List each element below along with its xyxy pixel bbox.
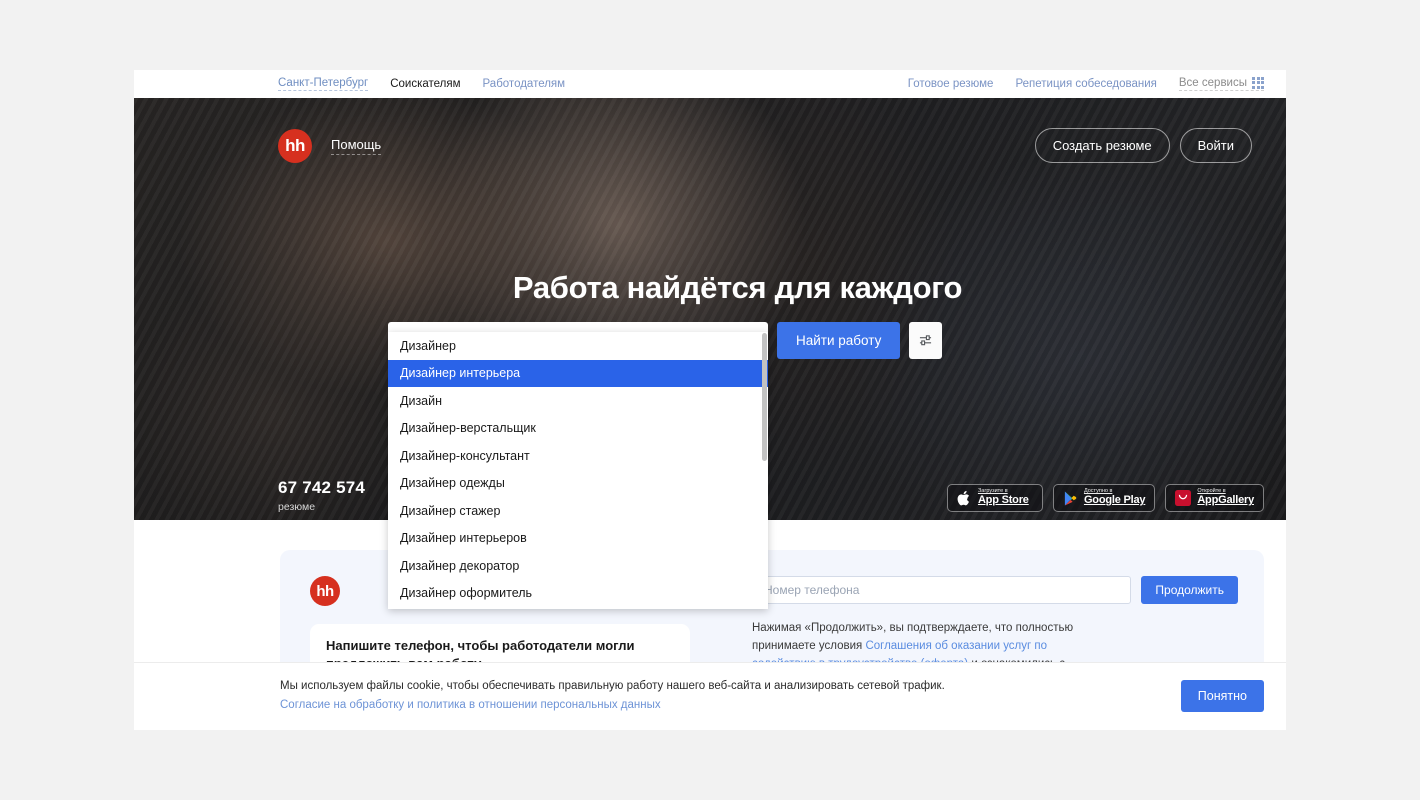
google-play-icon	[1063, 490, 1078, 507]
help-link[interactable]: Помощь	[331, 137, 381, 155]
badge-text: Откройте в AppGallery	[1197, 489, 1254, 506]
city-selector[interactable]: Санкт-Петербург	[278, 77, 368, 91]
nav-employers[interactable]: Работодателям	[483, 78, 566, 90]
badge-pre: Доступно в	[1084, 489, 1145, 495]
dropdown-scrollbar[interactable]	[762, 333, 767, 461]
badge-name: Google Play	[1084, 495, 1145, 507]
badge-name: AppGallery	[1197, 495, 1254, 507]
appgallery-icon	[1175, 490, 1191, 506]
hero-header-actions: Создать резюме Войти	[1035, 128, 1252, 163]
suggestion-item[interactable]: Дизайнер оформитель	[388, 580, 768, 608]
hero-header: hh Помощь Создать резюме Войти	[134, 128, 1286, 163]
create-resume-button[interactable]: Создать резюме	[1035, 128, 1170, 163]
badge-pre: Откройте в	[1197, 489, 1254, 495]
nav-ready-resume[interactable]: Готовое резюме	[908, 78, 994, 90]
supernav: Санкт-Петербург Соискателям Работодателя…	[134, 70, 1286, 98]
badge-pre: Загрузите в	[978, 489, 1029, 495]
cookie-policy-link[interactable]: Согласие на обработку и политика в отнош…	[280, 696, 945, 716]
stat-number: 67 742 574	[278, 478, 365, 498]
google-play-badge[interactable]: Доступно в Google Play	[1053, 484, 1155, 512]
nav-all-services[interactable]: Все сервисы	[1179, 77, 1264, 91]
browser-viewport: Санкт-Петербург Соискателям Работодателя…	[134, 70, 1286, 730]
appgallery-badge[interactable]: Откройте в AppGallery	[1165, 484, 1264, 512]
phone-input[interactable]	[752, 576, 1131, 604]
hh-logo[interactable]: hh	[278, 129, 312, 163]
badge-text: Загрузите в App Store	[978, 489, 1029, 506]
cookie-banner: Мы используем файлы cookie, чтобы обеспе…	[134, 662, 1286, 730]
nav-interview-rehearsal[interactable]: Репетиция собеседования	[1015, 78, 1156, 90]
page-title: Работа найдётся для каждого	[134, 270, 1286, 306]
stat-item: 67 742 574 резюме	[278, 478, 365, 513]
login-button[interactable]: Войти	[1180, 128, 1252, 163]
cookie-accept-button[interactable]: Понятно	[1181, 680, 1264, 712]
stat-label: резюме	[278, 501, 365, 513]
continue-button[interactable]: Продолжить	[1141, 576, 1238, 604]
suggestion-item[interactable]: Дизайнер-верстальщик	[388, 415, 768, 443]
filter-sliders-icon[interactable]	[909, 322, 942, 359]
badge-name: App Store	[978, 495, 1029, 507]
suggestion-item-selected[interactable]: Дизайнер интерьера	[388, 360, 768, 388]
nav-seekers[interactable]: Соискателям	[390, 78, 460, 90]
suggestion-item[interactable]: Дизайнер одежды	[388, 470, 768, 498]
badge-text: Доступно в Google Play	[1084, 489, 1145, 506]
suggestion-item[interactable]: Дизайн	[388, 387, 768, 415]
cookie-text-block: Мы используем файлы cookie, чтобы обеспе…	[280, 677, 945, 716]
nav-all-services-label: Все сервисы	[1179, 77, 1247, 89]
find-job-button[interactable]: Найти работу	[777, 322, 900, 359]
suggestion-item[interactable]: Дизайнер декоратор	[388, 552, 768, 580]
suggestion-item[interactable]: Дизайнер-консультант	[388, 442, 768, 470]
cookie-message: Мы используем файлы cookie, чтобы обеспе…	[280, 680, 945, 692]
suggestion-item[interactable]: Дизайнер интерьеров	[388, 525, 768, 553]
apple-icon	[957, 490, 972, 507]
suggestion-item[interactable]: Дизайнер стажер	[388, 497, 768, 525]
sliders-glyph	[919, 334, 932, 347]
suggestion-item[interactable]: Дизайнер	[388, 332, 768, 360]
search-suggestions-dropdown[interactable]: Дизайнер Дизайнер интерьера Дизайн Дизай…	[388, 332, 768, 609]
app-store-badges: Загрузите в App Store Доступно в Google …	[947, 484, 1264, 512]
promo-hh-logo: hh	[310, 576, 340, 606]
supernav-right-group: Готовое резюме Репетиция собеседования В…	[908, 77, 1264, 91]
app-store-badge[interactable]: Загрузите в App Store	[947, 484, 1043, 512]
phone-form: Продолжить	[752, 576, 1238, 604]
supernav-left-group: Санкт-Петербург Соискателям Работодателя…	[278, 77, 565, 91]
grid-menu-icon	[1252, 77, 1264, 89]
